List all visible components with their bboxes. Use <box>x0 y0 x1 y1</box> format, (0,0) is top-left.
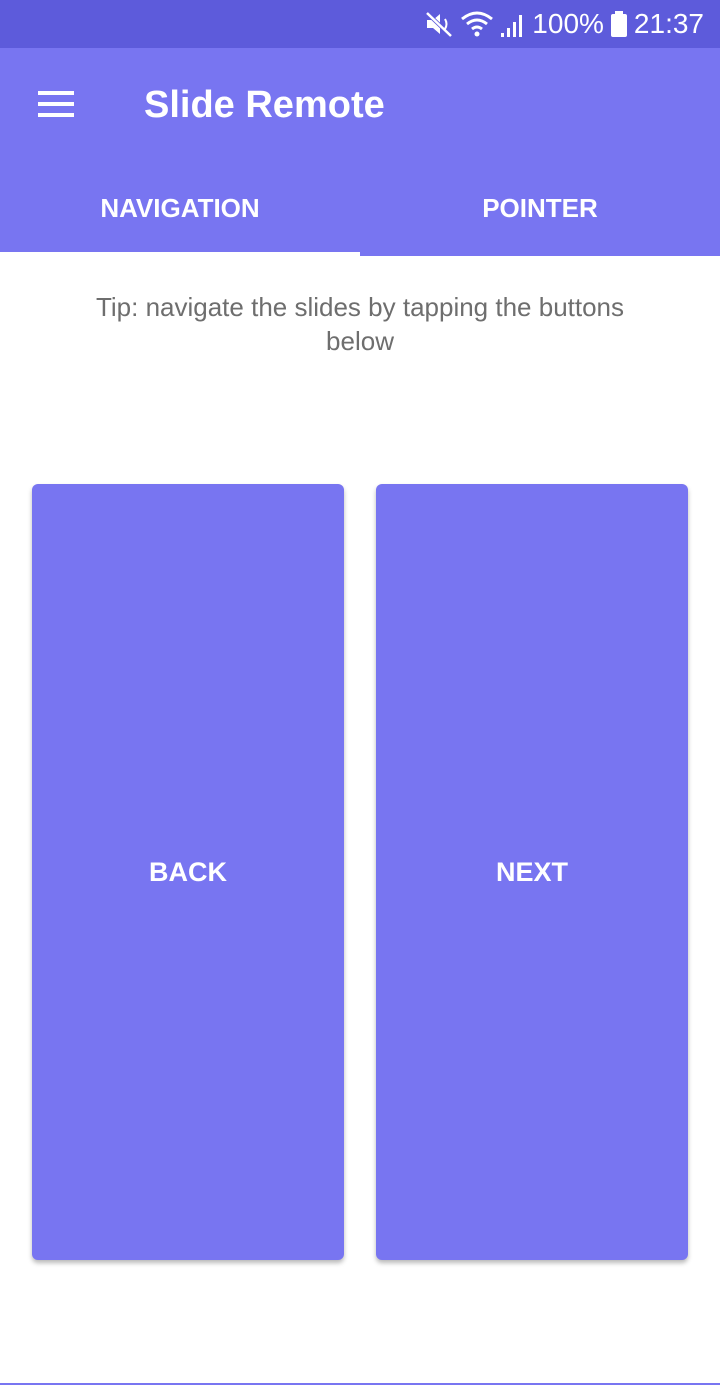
tab-pointer[interactable]: POINTER <box>360 160 720 256</box>
tip-text: Tip: navigate the slides by tapping the … <box>95 292 625 356</box>
wifi-icon <box>460 9 494 39</box>
mute-icon <box>424 9 454 39</box>
app-title: Slide Remote <box>144 84 385 126</box>
status-bar: 100% 21:37 <box>0 0 720 48</box>
back-button[interactable]: BACK <box>32 484 344 1260</box>
status-icons: 100% 21:37 <box>424 0 704 48</box>
bottom-divider <box>0 1383 720 1385</box>
tab-label: POINTER <box>482 192 598 223</box>
next-button-label: NEXT <box>495 856 568 887</box>
tab-label: NAVIGATION <box>100 192 260 223</box>
tab-navigation[interactable]: NAVIGATION <box>0 160 360 256</box>
hamburger-menu-icon[interactable] <box>20 70 92 138</box>
back-button-label: BACK <box>149 856 227 887</box>
app-bar: Slide Remote <box>0 48 720 160</box>
next-button[interactable]: NEXT <box>376 484 688 1260</box>
tab-bar: NAVIGATION POINTER <box>0 160 720 256</box>
tab-selected-indicator <box>0 252 360 256</box>
battery-percent: 100% <box>532 8 604 39</box>
battery-icon <box>610 9 628 39</box>
signal-icon <box>500 9 526 39</box>
clock: 21:37 <box>633 8 704 39</box>
